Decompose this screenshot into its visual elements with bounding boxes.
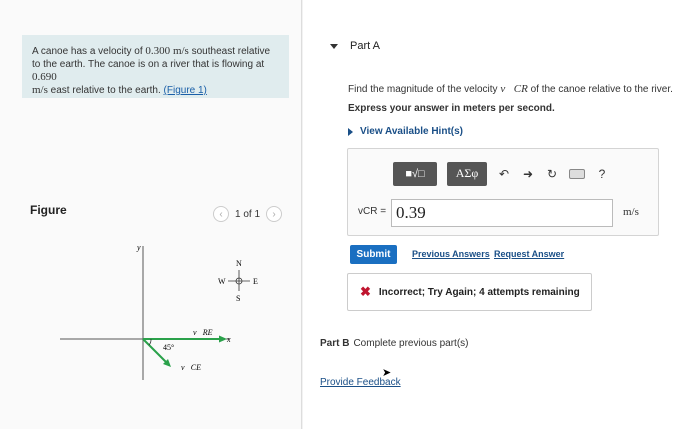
- reset-icon[interactable]: ↻: [545, 167, 559, 181]
- express-instruction: Express your answer in meters per second…: [348, 103, 555, 114]
- part-b-header: Part B Complete previous part(s): [320, 338, 469, 349]
- vector-figure: y x v⃗RE v⃗CE 45° N S E W: [60, 243, 258, 380]
- redo-icon[interactable]: ➜: [521, 167, 535, 181]
- x-mark-icon: ✖: [360, 284, 371, 299]
- x-axis-label: x: [226, 335, 231, 344]
- angle-label: 45°: [163, 343, 174, 352]
- keyboard-icon[interactable]: [569, 168, 585, 179]
- undo-icon[interactable]: ↶: [497, 167, 511, 181]
- feedback-box: ✖ Incorrect; Try Again; 4 attempts remai…: [347, 273, 592, 311]
- view-hints-link[interactable]: View Available Hint(s): [348, 126, 463, 137]
- left-panel: A canoe has a velocity of 0.300 m/s sout…: [0, 0, 302, 429]
- help-button[interactable]: ?: [595, 167, 609, 181]
- vector-re-head: [219, 335, 227, 343]
- vector-ce-label: v⃗CE: [181, 363, 201, 372]
- svg-text:N: N: [236, 259, 242, 268]
- answer-input[interactable]: 0.39: [391, 199, 613, 227]
- svg-text:E: E: [253, 277, 258, 286]
- answer-unit: m/s: [623, 206, 639, 218]
- part-a-title: Part A: [350, 40, 380, 52]
- y-axis-label: y: [136, 243, 141, 252]
- figure-link[interactable]: (Figure 1): [164, 85, 207, 96]
- previous-answers-link[interactable]: Previous Answers: [412, 249, 490, 259]
- vector-re-label: v⃗RE: [193, 328, 213, 337]
- caret-right-icon: [348, 127, 353, 136]
- answer-box: ■√□ ΑΣφ ↶ ➜ ↻ ? vCR = 0.39 m/s: [347, 148, 659, 236]
- figure-pager: ‹ 1 of 1 ›: [213, 206, 283, 222]
- feedback-text: Incorrect; Try Again; 4 attempts remaini…: [378, 286, 580, 298]
- request-answer-link[interactable]: Request Answer: [494, 249, 564, 259]
- math-toolbar: ■√□ ΑΣφ ↶ ➜ ↻ ?: [393, 161, 609, 186]
- svg-text:S: S: [236, 294, 240, 303]
- part-a-header[interactable]: Part A: [330, 40, 380, 52]
- pager-text: 1 of 1: [235, 208, 261, 220]
- figure-heading: Figure: [30, 203, 67, 217]
- question-text: Find the magnitude of the velocity v⃗CR …: [348, 83, 673, 95]
- svg-text:W: W: [218, 277, 226, 286]
- answer-variable-label: vCR =: [358, 206, 387, 217]
- chevron-left-icon[interactable]: ‹: [213, 206, 229, 222]
- problem-statement: A canoe has a velocity of 0.300 m/s sout…: [22, 35, 289, 98]
- question-variable: v⃗CR: [500, 83, 528, 95]
- mouse-cursor-icon: ➤: [382, 367, 392, 379]
- compass-icon: N S E W: [218, 259, 258, 303]
- submit-button[interactable]: Submit: [350, 245, 397, 264]
- template-sqrt-icon[interactable]: ■√□: [393, 161, 437, 186]
- chevron-right-icon[interactable]: ›: [266, 206, 283, 222]
- greek-button[interactable]: ΑΣφ: [447, 161, 487, 186]
- caret-down-icon: [330, 43, 338, 49]
